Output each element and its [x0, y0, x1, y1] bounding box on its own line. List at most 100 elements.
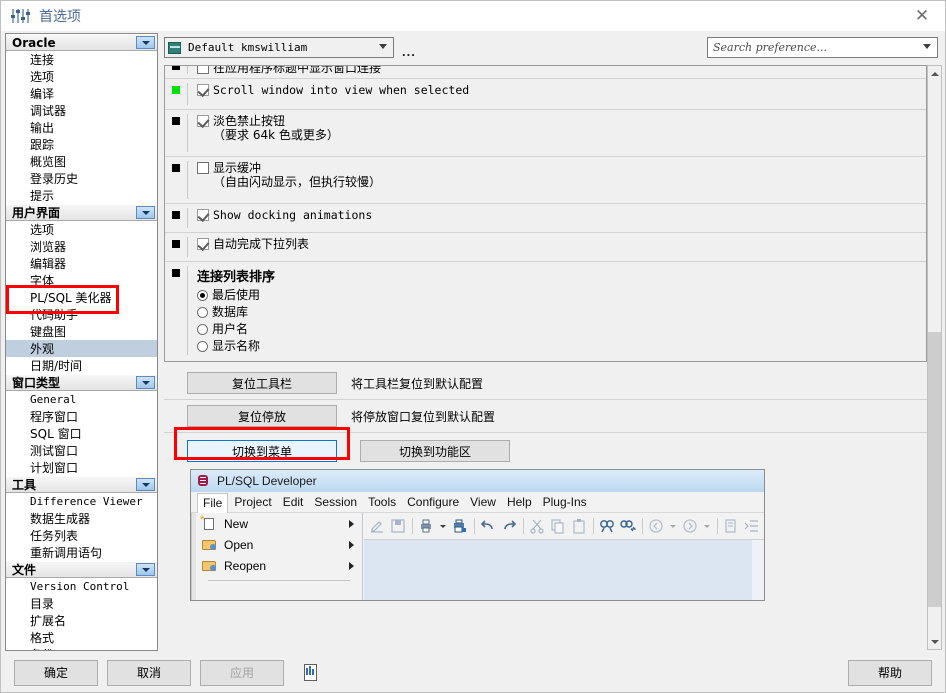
- scrollbar-thumb[interactable]: [928, 332, 941, 607]
- switch-to-ribbon-button[interactable]: 切换到功能区: [360, 440, 510, 462]
- chevron-up-icon[interactable]: [928, 66, 941, 81]
- sidebar-item-format[interactable]: 格式: [6, 629, 157, 646]
- help-button[interactable]: 帮助: [848, 659, 932, 686]
- ok-button[interactable]: 确定: [14, 659, 98, 686]
- forward-icon[interactable]: [682, 518, 698, 534]
- more-options-button[interactable]: ...: [402, 44, 416, 59]
- sidebar-item-debugger[interactable]: 调试器: [6, 102, 157, 119]
- sidebar-item-program-window[interactable]: 程序窗口: [6, 408, 157, 425]
- find-icon[interactable]: [599, 518, 615, 534]
- menu-help[interactable]: Help: [507, 495, 532, 509]
- switch-to-menu-button[interactable]: 切换到菜单: [187, 440, 337, 462]
- close-icon[interactable]: ✕: [899, 1, 945, 31]
- paste-icon[interactable]: [571, 518, 587, 534]
- option-row[interactable]: 显示缓冲 （自由闪动显示，但执行较慢）: [165, 157, 926, 204]
- chevron-down-icon[interactable]: [136, 478, 155, 491]
- sidebar-item-version-control[interactable]: Version Control: [6, 578, 157, 595]
- menu-edit[interactable]: Edit: [283, 495, 304, 509]
- menu-project[interactable]: Project: [234, 495, 271, 509]
- sidebar-item-ui-options[interactable]: 选项: [6, 221, 157, 238]
- back-dropdown-icon[interactable]: [669, 518, 677, 534]
- radio-button[interactable]: [197, 289, 208, 301]
- sidebar-item-compile[interactable]: 编译: [6, 85, 157, 102]
- sidebar-item-fonts[interactable]: 字体: [6, 272, 157, 289]
- copy-icon[interactable]: [550, 518, 566, 534]
- radio-button[interactable]: [197, 323, 208, 335]
- sidebar-item-test-window[interactable]: 测试窗口: [6, 442, 157, 459]
- sidebar-item-keyboard-map[interactable]: 键盘图: [6, 323, 157, 340]
- radio-option[interactable]: 最后使用: [197, 288, 275, 302]
- sidebar-item-hints[interactable]: 提示: [6, 187, 157, 204]
- radio-option[interactable]: 用户名: [197, 322, 275, 336]
- tree-group-oracle[interactable]: Oracle: [6, 34, 157, 51]
- forward-dropdown-icon[interactable]: [703, 518, 711, 534]
- chevron-down-icon[interactable]: [136, 206, 155, 219]
- sidebar-item-code-assistant[interactable]: 代码助手: [6, 306, 157, 323]
- checkbox[interactable]: [197, 238, 209, 250]
- sidebar-item-output[interactable]: 输出: [6, 119, 157, 136]
- option-row[interactable]: Show docking animations: [165, 204, 926, 233]
- sidebar-item-sql-window[interactable]: SQL 窗口: [6, 425, 157, 442]
- sidebar-item-beautifier[interactable]: PL/SQL 美化器: [6, 289, 157, 306]
- sidebar-item-date-time[interactable]: 日期/时间: [6, 357, 157, 374]
- sidebar-item-overview[interactable]: 概览图: [6, 153, 157, 170]
- preview-scrollbar[interactable]: [752, 540, 764, 600]
- search-input[interactable]: Search preference...: [707, 37, 938, 58]
- menu-tools[interactable]: Tools: [368, 495, 396, 509]
- print-dropdown-icon[interactable]: [439, 518, 447, 534]
- save-icon[interactable]: [390, 518, 406, 534]
- cancel-button[interactable]: 取消: [107, 659, 191, 686]
- settings-tree[interactable]: Oracle 连接 选项 编译 调试器 输出 跟踪 概览图 登录历史 提示 用户…: [5, 33, 158, 651]
- chevron-down-icon[interactable]: [136, 36, 155, 49]
- checkbox[interactable]: [197, 162, 209, 174]
- main-scrollbar[interactable]: [927, 65, 942, 650]
- sidebar-item-login-history[interactable]: 登录历史: [6, 170, 157, 187]
- radio-button[interactable]: [197, 340, 208, 352]
- sidebar-item-editor[interactable]: 编辑器: [6, 255, 157, 272]
- redo-icon[interactable]: [501, 518, 517, 534]
- cut-icon[interactable]: [529, 518, 545, 534]
- sidebar-item-appearance[interactable]: 外观: [6, 340, 157, 357]
- chevron-down-icon[interactable]: [379, 44, 387, 49]
- undo-icon[interactable]: [480, 518, 496, 534]
- reset-toolbar-button[interactable]: 复位工具栏: [187, 372, 337, 394]
- sidebar-item-extensions[interactable]: 扩展名: [6, 612, 157, 629]
- option-row[interactable]: 在应用程序标题中显示窗口连接: [165, 66, 926, 79]
- menu-session[interactable]: Session: [314, 495, 357, 509]
- checkbox[interactable]: [197, 115, 209, 127]
- chevron-down-icon[interactable]: [136, 376, 155, 389]
- sidebar-item-data-generator[interactable]: 数据生成器: [6, 510, 157, 527]
- menu-item-new[interactable]: New: [192, 513, 362, 534]
- checkbox[interactable]: [197, 209, 209, 221]
- checkbox[interactable]: [197, 84, 209, 96]
- option-row[interactable]: Scroll window into view when selected: [165, 79, 926, 110]
- menu-file[interactable]: File: [197, 493, 229, 513]
- print-setup-icon[interactable]: [452, 518, 468, 534]
- sidebar-item-difference-viewer[interactable]: Difference Viewer: [6, 493, 157, 510]
- menu-view[interactable]: View: [470, 495, 496, 509]
- sidebar-item-backup[interactable]: 备份: [6, 646, 157, 650]
- menu-item-reopen[interactable]: Reopen: [192, 555, 362, 576]
- edit-icon[interactable]: [369, 518, 385, 534]
- sidebar-item-options[interactable]: 选项: [6, 68, 157, 85]
- print-icon[interactable]: [418, 518, 434, 534]
- sidebar-item-plan-window[interactable]: 计划窗口: [6, 459, 157, 476]
- indent-icon[interactable]: [744, 518, 760, 534]
- tree-group-tools[interactable]: 工具: [6, 476, 157, 493]
- menu-plugins[interactable]: Plug-Ins: [543, 495, 587, 509]
- sidebar-item-directories[interactable]: 目录: [6, 595, 157, 612]
- profile-dropdown[interactable]: Default kmswilliam: [164, 37, 394, 58]
- radio-option[interactable]: 显示名称: [197, 339, 275, 353]
- reset-docking-button[interactable]: 复位停放: [187, 405, 337, 427]
- radio-button[interactable]: [197, 306, 208, 318]
- option-row[interactable]: 自动完成下拉列表: [165, 233, 926, 262]
- tree-group-window-types[interactable]: 窗口类型: [6, 374, 157, 391]
- sidebar-item-connection[interactable]: 连接: [6, 51, 157, 68]
- explain-icon[interactable]: [723, 518, 739, 534]
- chevron-down-icon[interactable]: [928, 634, 941, 649]
- find-next-icon[interactable]: [620, 518, 636, 534]
- sidebar-item-recall-statement[interactable]: 重新调用语句: [6, 544, 157, 561]
- sidebar-item-browser[interactable]: 浏览器: [6, 238, 157, 255]
- chevron-down-icon[interactable]: [923, 44, 931, 49]
- chevron-down-icon[interactable]: [136, 563, 155, 576]
